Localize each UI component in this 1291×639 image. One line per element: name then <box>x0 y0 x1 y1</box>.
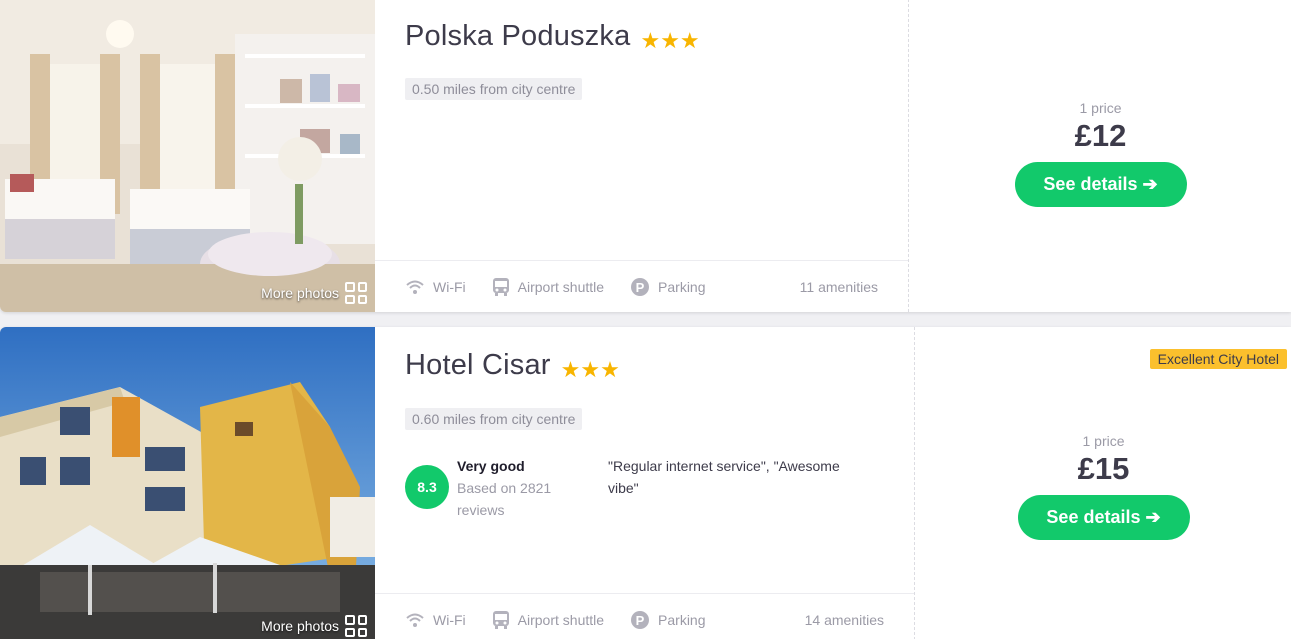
star-icons: ★★★ <box>640 27 700 53</box>
price-label: 1 price <box>1082 433 1125 449</box>
star-rating: ★★★ <box>560 356 620 382</box>
hotel-name[interactable]: Hotel Cisar <box>405 349 551 382</box>
amenities-count-link[interactable]: 11 amenities <box>800 279 878 295</box>
amenity-label: Airport shuttle <box>517 611 605 628</box>
hotel-name[interactable]: Polska Poduszka <box>405 20 630 53</box>
amenity-label: Parking <box>658 611 706 628</box>
hotel-photo[interactable]: More photos <box>0 327 375 639</box>
see-details-button[interactable]: See details ➔ <box>1014 162 1187 207</box>
amenity-parking: P Parking <box>630 277 706 297</box>
star-rating: ★★★ <box>640 27 700 53</box>
amenity-shuttle: Airport shuttle <box>492 610 604 630</box>
rating-summary: Very good Based on 2821 reviews <box>457 455 577 521</box>
more-photos-link[interactable]: More photos <box>261 615 367 637</box>
more-photos-label: More photos <box>261 618 339 634</box>
price-block: 1 price £12 See details ➔ <box>910 100 1291 207</box>
price-block: 1 price £15 See details ➔ <box>916 433 1291 540</box>
amenity-parking: P Parking <box>630 610 706 630</box>
parking-icon: P <box>631 277 650 296</box>
wifi-icon <box>406 613 424 627</box>
amenities-bar: Wi-Fi Airport shuttle P Parking <box>375 260 908 312</box>
amenity-wifi: Wi-Fi <box>405 279 466 295</box>
amenity-label: Parking <box>658 278 706 295</box>
amenity-label: Wi-Fi <box>433 278 466 295</box>
wifi-icon <box>406 280 424 294</box>
svg-text:P: P <box>636 280 645 295</box>
amenity-wifi: Wi-Fi <box>405 612 466 628</box>
parking-icon: P <box>631 610 650 629</box>
amenities-bar: Wi-Fi Airport shuttle P Parking <box>375 593 914 639</box>
excellent-hotel-badge: Excellent City Hotel <box>1149 349 1287 369</box>
title-row: Hotel Cisar ★★★ <box>405 349 620 382</box>
grid-icon <box>345 282 367 304</box>
hotel-photo[interactable]: More photos <box>0 0 375 312</box>
amenity-label: Wi-Fi <box>433 611 466 628</box>
distance-badge: 0.60 miles from city centre <box>405 408 583 430</box>
more-photos-label: More photos <box>261 285 339 301</box>
hotel-card[interactable]: More photos Polska Poduszka ★★★ 0.50 mil… <box>0 0 1291 312</box>
price-column: 1 price £12 See details ➔ <box>910 0 1291 312</box>
hotel-info: Polska Poduszka ★★★ 0.50 miles from city… <box>375 0 909 312</box>
grid-icon <box>345 615 367 637</box>
review-quote: "Regular internet service", "Awesome vib… <box>608 458 840 496</box>
star-icons: ★★★ <box>560 356 620 382</box>
hotel-card[interactable]: More photos Hotel Cisar ★★★ 0.60 miles f… <box>0 327 1291 639</box>
hotel-info: Hotel Cisar ★★★ 0.60 miles from city cen… <box>375 327 915 639</box>
amenity-shuttle: Airport shuttle <box>492 277 604 297</box>
bus-icon <box>492 610 509 629</box>
bus-icon <box>492 277 509 296</box>
review-rating: 8.3 Very good Based on 2821 reviews <box>405 455 577 521</box>
price-column: Excellent City Hotel 1 price £15 See det… <box>916 327 1291 639</box>
svg-text:P: P <box>636 613 645 628</box>
price-value: £15 <box>1077 451 1130 486</box>
rating-score: 8.3 <box>405 465 449 509</box>
rating-word: Very good <box>457 458 525 474</box>
amenities-count-link[interactable]: 14 amenities <box>805 612 884 628</box>
amenity-label: Airport shuttle <box>517 278 605 295</box>
more-photos-link[interactable]: More photos <box>261 282 367 304</box>
distance-badge: 0.50 miles from city centre <box>405 78 583 100</box>
price-label: 1 price <box>1079 100 1122 116</box>
rating-reviews: Based on 2821 reviews <box>457 480 552 518</box>
hotel-exterior-image <box>0 327 375 639</box>
price-value: £12 <box>1074 118 1127 153</box>
title-row: Polska Poduszka ★★★ <box>405 20 700 53</box>
hotel-room-image <box>0 0 375 312</box>
see-details-button[interactable]: See details ➔ <box>1017 495 1190 540</box>
